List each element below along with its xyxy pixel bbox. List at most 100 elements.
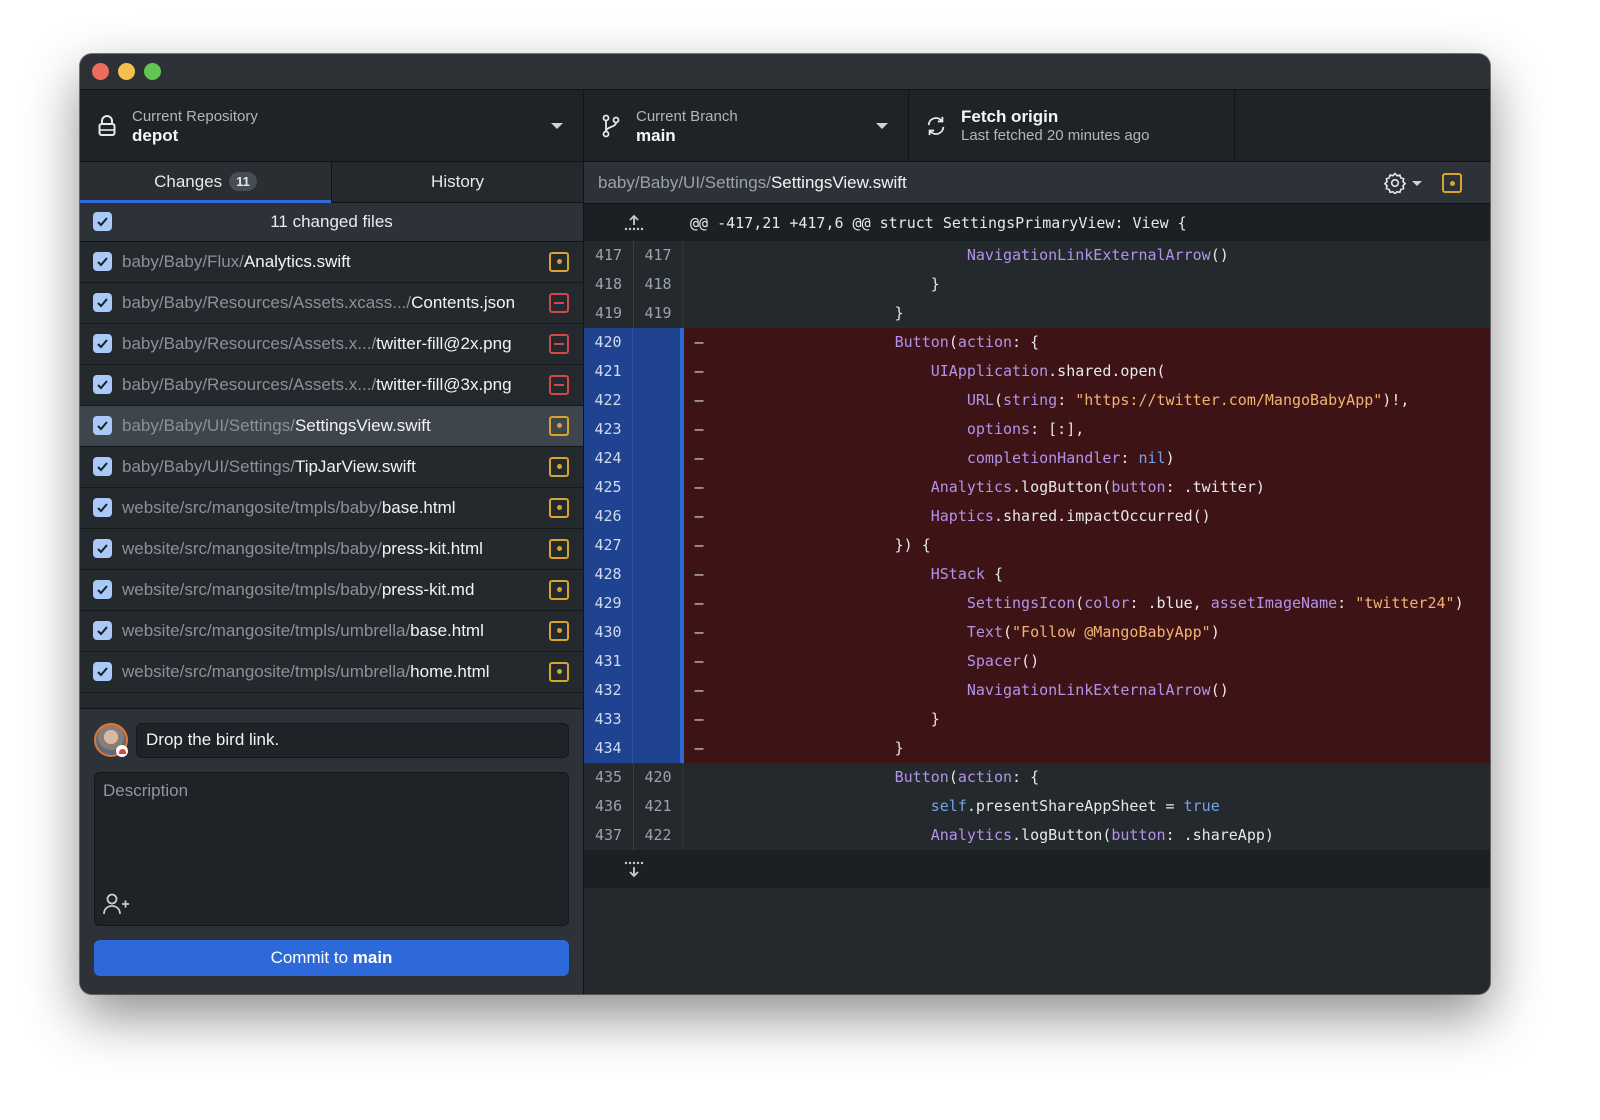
file-dir: baby/Baby/Resources/Assets.xcass.../ (122, 292, 412, 312)
checkmark-icon (97, 339, 108, 349)
commit-panel: Commit to main (80, 708, 583, 994)
new-line-number (631, 386, 680, 415)
file-dir: baby/Baby/UI/Settings/ (122, 456, 295, 476)
file-name: twitter-fill@3x.png (376, 374, 512, 394)
old-line-number: 427 (584, 531, 632, 560)
file-checkbox[interactable] (93, 293, 112, 313)
file-checkbox[interactable] (93, 498, 112, 518)
code-text: NavigationLinkExternalArrow() (966, 681, 1229, 699)
old-line-number: 430 (584, 618, 632, 647)
diff-line-context[interactable]: 419 419 } (584, 299, 1490, 328)
file-list-item[interactable]: baby/Baby/UI/Settings/SettingsView.swift (80, 405, 583, 447)
code-text: } (894, 304, 904, 322)
old-line-number: 428 (584, 560, 632, 589)
diff-line-deleted[interactable]: 420 – Button(action: { (584, 328, 1490, 357)
file-checkbox[interactable] (93, 539, 112, 559)
commit-button[interactable]: Commit to main (94, 939, 569, 976)
diff-line-deleted[interactable]: 428 – HStack { (584, 560, 1490, 589)
diff-marker (684, 792, 714, 821)
expand-up-icon (624, 214, 644, 230)
close-window-button[interactable] (92, 63, 109, 80)
file-list-item[interactable]: baby/Baby/Flux/Analytics.swift (80, 241, 583, 283)
file-checkbox[interactable] (93, 334, 112, 354)
minimize-window-button[interactable] (118, 63, 135, 80)
diff-line-deleted[interactable]: 424 – completionHandler: nil) (584, 444, 1490, 473)
tab-changes[interactable]: Changes 11 (80, 162, 331, 203)
file-list-item[interactable]: baby/Baby/Resources/Assets.x.../twitter-… (80, 323, 583, 365)
expand-down-button[interactable] (584, 850, 684, 888)
current-repository-dropdown[interactable]: Current Repository depot (80, 90, 584, 161)
file-checkbox[interactable] (93, 580, 112, 600)
code-text: Spacer() (966, 652, 1040, 670)
file-name: TipJarView.swift (294, 456, 416, 476)
file-name: base.html (410, 620, 484, 640)
old-line-number: 420 (584, 328, 632, 357)
gear-icon[interactable] (1383, 172, 1407, 196)
diff-line-deleted[interactable]: 426 – Haptics.shared.impactOccurred() (584, 502, 1490, 531)
file-checkbox[interactable] (93, 457, 112, 477)
diff-pane: baby/Baby/UI/Settings/SettingsView.swift… (584, 162, 1490, 994)
fetch-origin-button[interactable]: Fetch origin Last fetched 20 minutes ago (909, 90, 1235, 161)
new-line-number (631, 328, 680, 357)
file-list-item[interactable]: baby/Baby/UI/Settings/TipJarView.swift (80, 446, 583, 488)
old-line-number: 422 (584, 386, 632, 415)
diff-line-deleted[interactable]: 434 – } (584, 734, 1490, 763)
tab-history[interactable]: History (331, 162, 583, 202)
commit-description-input[interactable] (95, 772, 568, 883)
expand-up-button[interactable] (584, 204, 684, 241)
file-checkbox[interactable] (93, 252, 112, 272)
diff-line-deleted[interactable]: 430 – Text("Follow @MangoBabyApp") (584, 618, 1490, 647)
diff-line-deleted[interactable]: 432 – NavigationLinkExternalArrow() (584, 676, 1490, 705)
diff-line-context[interactable]: 436 421 self.presentShareAppSheet = true (584, 792, 1490, 821)
diff-line-deleted[interactable]: 427 – }) { (584, 531, 1490, 560)
commit-description-box (94, 771, 569, 926)
new-line-number (631, 502, 680, 531)
file-list-item[interactable]: website/src/mangosite/tmpls/baby/press-k… (80, 528, 583, 570)
diff-line-deleted[interactable]: 422 – URL(string: "https://twitter.com/Ma… (584, 386, 1490, 415)
old-line-number: 433 (584, 705, 632, 734)
diff-line-context[interactable]: 437 422 Analytics.logButton(button: .shar… (584, 821, 1490, 850)
new-line-number: 420 (632, 763, 682, 792)
file-checkbox[interactable] (93, 621, 112, 641)
diff-line-deleted[interactable]: 429 – SettingsIcon(color: .blue, assetIma… (584, 589, 1490, 618)
file-path: baby/Baby/UI/Settings/SettingsView.swift (122, 416, 549, 436)
file-name: base.html (381, 497, 456, 517)
old-line-number: 425 (584, 473, 632, 502)
diff-line-context[interactable]: 435 420 Button(action: { (584, 763, 1490, 792)
new-line-number: 422 (632, 821, 682, 850)
code-text: }) { (894, 536, 931, 554)
diff-line-context[interactable]: 418 418 } (584, 270, 1490, 299)
file-checkbox[interactable] (93, 662, 112, 682)
diff-line-deleted[interactable]: 425 – Analytics.logButton(button: .twitte… (584, 473, 1490, 502)
diff-line-deleted[interactable]: 431 – Spacer() (584, 647, 1490, 676)
file-list-item[interactable]: website/src/mangosite/tmpls/baby/press-k… (80, 569, 583, 611)
chevron-down-icon[interactable] (1412, 180, 1422, 186)
add-co-author-icon[interactable] (103, 893, 129, 915)
zoom-window-button[interactable] (144, 63, 161, 80)
file-list-item[interactable]: baby/Baby/Resources/Assets.xcass.../Cont… (80, 282, 583, 324)
select-all-checkbox[interactable] (93, 212, 112, 232)
diff-line-deleted[interactable]: 421 – UIApplication.shared.open( (584, 357, 1490, 386)
diff-marker (684, 763, 714, 792)
new-line-number: 421 (632, 792, 682, 821)
file-list-item[interactable]: baby/Baby/Resources/Assets.x.../twitter-… (80, 364, 583, 406)
current-branch-dropdown[interactable]: Current Branch main (584, 90, 909, 161)
file-dir: website/src/mangosite/tmpls/baby/ (122, 538, 382, 558)
checkmark-icon (97, 257, 108, 267)
old-line-number: 432 (584, 676, 632, 705)
diff-line-deleted[interactable]: 433 – } (584, 705, 1490, 734)
file-list-item[interactable]: website/src/mangosite/tmpls/baby/base.ht… (80, 487, 583, 529)
file-checkbox[interactable] (93, 416, 112, 436)
diff-line-deleted[interactable]: 423 – options: [:], (584, 415, 1490, 444)
file-list-item[interactable]: website/src/mangosite/tmpls/umbrella/hom… (80, 651, 583, 693)
file-path: baby/Baby/Resources/Assets.x.../twitter-… (122, 375, 549, 395)
code-text: completionHandler: nil) (966, 449, 1175, 467)
old-line-number: 434 (584, 734, 632, 763)
file-checkbox[interactable] (93, 375, 112, 395)
diff-marker (684, 299, 714, 328)
diff-line-context[interactable]: 417 417 NavigationLinkExternalArrow() (584, 241, 1490, 270)
avatar[interactable] (94, 723, 128, 758)
file-list-item[interactable]: website/src/mangosite/tmpls/umbrella/bas… (80, 610, 583, 652)
file-modified-status-icon (549, 456, 569, 477)
commit-summary-input[interactable] (136, 722, 569, 758)
